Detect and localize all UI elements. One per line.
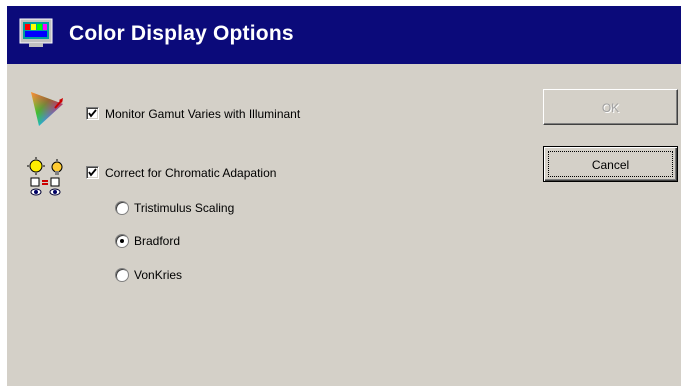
radio-vonkries[interactable]: [115, 268, 129, 282]
chromatic-adaptation-label[interactable]: Correct for Chromatic Adapation: [105, 166, 276, 180]
radio-selected-dot: [120, 239, 124, 243]
title-bar: Color Display Options: [7, 6, 681, 64]
monitor-icon: [19, 18, 53, 48]
monitor-gamut-label[interactable]: Monitor Gamut Varies with Illuminant: [105, 107, 300, 121]
dialog-content: Monitor Gamut Varies with Illuminant Cor…: [7, 64, 681, 386]
color-gamut-icon: [29, 88, 69, 128]
radio-vonkries-label[interactable]: VonKries: [134, 268, 182, 282]
cancel-button-label: Cancel: [591, 158, 630, 172]
monitor-gamut-checkbox[interactable]: [86, 107, 99, 120]
cancel-button[interactable]: Cancel: [543, 146, 678, 182]
radio-tristimulus-scaling[interactable]: [115, 201, 129, 215]
dialog-title: Color Display Options: [69, 22, 294, 45]
radio-bradford-label[interactable]: Bradford: [134, 234, 180, 248]
chromatic-adaptation-checkbox[interactable]: [86, 166, 99, 179]
radio-tristimulus-scaling-label[interactable]: Tristimulus Scaling: [134, 201, 234, 215]
radio-bradford[interactable]: [115, 234, 129, 248]
color-display-options-dialog: Color Display Options Monitor Gamut Vari…: [7, 6, 681, 386]
ok-button[interactable]: OK: [543, 89, 678, 125]
chromatic-adaptation-icon: [27, 157, 71, 197]
